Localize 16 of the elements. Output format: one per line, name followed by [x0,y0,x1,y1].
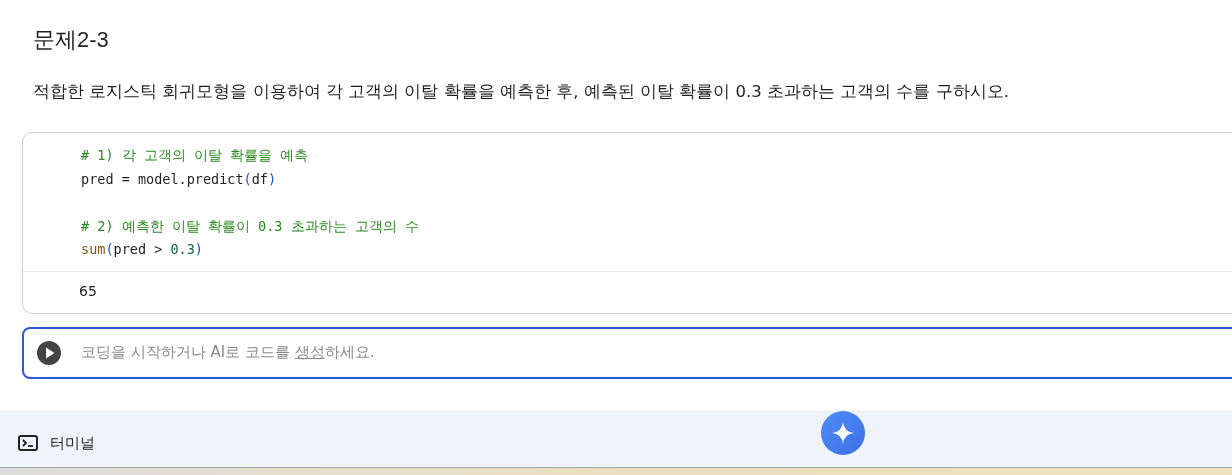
sparkle-button[interactable] [821,411,865,455]
code-line: pred = model.predict(df) [81,169,277,189]
cell-placeholder: 코딩을 시작하거나 AI로 코드를 [81,343,291,362]
description-text: 적합한 로지스틱 회귀모형을 이용하여 각 고객의 이탈 확률을 예측한 후, 예측된 이탈 확률이 0.3 초과하는 고객의 수를 구하시오. [33,81,1010,103]
cell-placeholder: 하세요. [324,343,375,362]
section-heading: 문제2-3 [33,26,110,54]
new-code-cell[interactable]: 코딩을 시작하거나 AI로 코드를 생성하세요. [22,326,1232,379]
code-line: # 2) 예측한 이탈 확률이 0.3 초과하는 고객의 수 [81,216,419,236]
cell-output: 65 [79,281,97,301]
terminal-icon [18,435,38,451]
generate-link[interactable]: 생성 [294,343,325,362]
code-line: # 1) 각 고객의 이탈 확률을 예측 [81,146,309,165]
run-icon[interactable] [37,340,61,365]
code-line: sum(pred > 0.3) [81,240,203,259]
code-cell[interactable]: # 1) 각 고객의 이탈 확률을 예측 pred = model.predict(df) # 2) 예측한 이탈 확률이 0.3 초과하는 고객의 수 sum(pred > 0.3) 65 [22,132,1232,314]
terminal-button[interactable]: 터미널 [18,433,95,453]
